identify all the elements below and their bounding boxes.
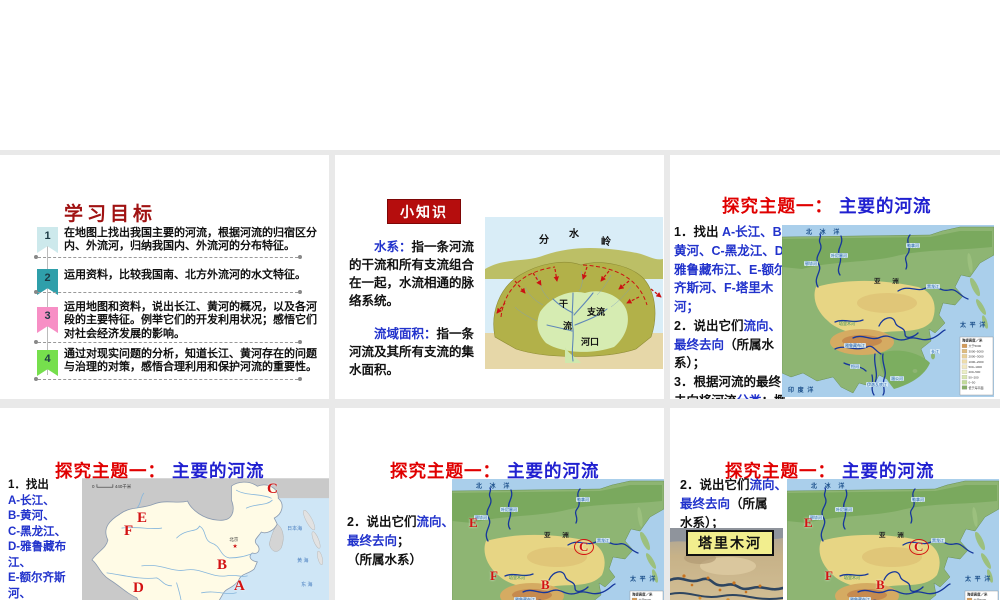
row-divider [0, 399, 1000, 408]
q3-highlight-classify: 分类 [737, 394, 762, 399]
label-trunk-1: 干 [559, 299, 568, 309]
objective-text: 通过对现实问题的分析，知道长江、黄河存在的问题与治理的对策，感悟合理利用和保护河… [64, 348, 317, 374]
label-tributary: 支流 [586, 306, 605, 317]
map-letter-b: B [876, 577, 885, 592]
beijing-star-icon: ★ [232, 543, 237, 550]
tarim-river-label: 塔里木河 [686, 530, 774, 556]
q-highlight-destination: 最终去向 [680, 496, 731, 511]
q-highlight-destination: 最终去向 [347, 533, 398, 548]
topographic-map: E C F B [786, 478, 1000, 600]
q2-text: 2．说出它们 [674, 318, 744, 333]
label-yellow-sea: 黄 海 [297, 557, 308, 564]
river-item-d: D-雅鲁藏布江、 [8, 541, 67, 569]
tarim-river-photo: 塔里木河 [670, 528, 785, 600]
slide-title: 学习目标 [64, 204, 157, 225]
title-red-part: 探究主题一： [390, 461, 501, 481]
objective-text: 运用地图和资料，说出长江、黄河的概况，以及各河段的主要特征。例举它们的开发利用状… [64, 301, 317, 340]
q-prefix: 2．说出它们 [680, 478, 750, 492]
question-text: 2．说出它们流向、 最终去向； （所属水系） [347, 513, 465, 569]
slide-tarim-river[interactable]: 探究主题一： 主要的河流 2．说出它们流向、 最终去向（所属 水系）； 塔里木河… [670, 408, 1000, 600]
definition-basin-area: 流域面积：指一条河流及其所有支流的集水面积。 [349, 325, 479, 379]
map-letter-e: E [804, 515, 813, 530]
slide-flow-direction[interactable]: 探究主题一： 主要的河流 2．说出它们流向、 最终去向； （所属水系） E C F… [335, 408, 664, 600]
objective-text: 运用资料，比较我国南、北方外流河的水文特征。 [64, 269, 306, 281]
china-map-svg: 0 440千米 北京 ★ 日本海 黄 海 东 海 [82, 478, 329, 600]
river-item-e: E-额尔齐斯河、 [8, 572, 66, 600]
list-lead: 1．找出 [8, 479, 49, 491]
title-blue-part: 主要的河流 [507, 461, 600, 481]
q1-label: 1．找出 [674, 225, 722, 239]
slide-blank-map[interactable]: 探究主题一： 主要的河流 1．找出 A-长江、 B-黄河、 C-黑龙江、 D-雅鲁… [0, 408, 329, 600]
label-ridge-2: 水 [568, 227, 580, 240]
definition-text: 指一条河流的干流和所有支流组合在一起，水流相通的脉络系统。 [349, 240, 475, 309]
slide-sorter-canvas: 北 冰 洋 太 平 洋 印 度 洋 亚 洲 鄂毕河 叶尼塞河 勒拿河 黑龙江 塔… [0, 0, 1000, 600]
map-letter-c: C [914, 539, 924, 554]
map-letter-d: D [133, 580, 144, 596]
topographic-map: E C F B [451, 478, 664, 600]
topographic-map [781, 224, 995, 398]
label-ridge-3: 岭 [601, 235, 611, 248]
dashed-separator [34, 255, 302, 259]
label-sea-of-japan: 日本海 [287, 525, 302, 532]
map-letter-a: A [234, 578, 245, 594]
term-basin-area: 流域面积： [374, 326, 437, 341]
q-highlight-flow: 流向、 [416, 515, 454, 529]
river-item-a: A-长江、 [8, 494, 55, 507]
slide-learning-objectives[interactable]: 学习目标 1 在地图上找出我国主要的河流，根据河流的归宿区分内、外流河，归纳我国… [0, 155, 329, 399]
watershed-diagram: 分 水 岭 干 流 支流 河口 [485, 217, 663, 369]
map-letter-e: E [137, 510, 148, 526]
dashed-separator [34, 377, 302, 381]
dashed-separator [34, 340, 302, 344]
slide-title: 探究主题一： 主要的河流 [722, 193, 932, 218]
map-letter-c: C [267, 481, 278, 497]
dashed-separator [34, 290, 302, 294]
slide-knowledge[interactable]: 小知识 水系：指一条河流的干流和所有支流组合在一起，水流相通的脉络系统。 流域面… [335, 155, 664, 399]
label-ridge-1: 分 [539, 233, 549, 246]
knowledge-badge: 小知识 [387, 199, 461, 224]
river-item-b: B-黄河、 [8, 510, 55, 523]
label-beijing: 北京 [229, 536, 238, 543]
label-trunk-2: 流 [563, 320, 572, 331]
q-suffix-1: （所属 [730, 496, 768, 511]
scale-distance: 440千米 [115, 483, 132, 490]
title-red-part: 探究主题一： [722, 196, 833, 216]
blank-china-map: 0 440千米 北京 ★ 日本海 黄 海 东 海 C E F B A D [82, 478, 329, 600]
definition-water-system: 水系：指一条河流的干流和所有支流组合在一起，水流相通的脉络系统。 [349, 238, 479, 311]
objective-text: 在地图上找出我国主要的河流，根据河流的归宿区分内、外流河，归纳我国内、外流河的分… [64, 227, 317, 253]
label-river-mouth: 河口 [581, 336, 599, 347]
q-semicolon: ； [397, 533, 410, 548]
slide-explore-rivers-1[interactable]: 探究主题一： 主要的河流 1．找出 A-长江、B-黄河、C-黑龙江、D-雅鲁藏布江… [670, 155, 1000, 399]
map-letter-e: E [469, 515, 478, 530]
label-east-china-sea: 东 海 [301, 581, 312, 588]
title-blue-part: 主要的河流 [839, 196, 932, 216]
topo-map-svg [786, 478, 1000, 600]
q-suffix: （所属水系） [347, 552, 423, 567]
river-item-c: C-黑龙江、 [8, 525, 67, 538]
map-letter-f: F [124, 523, 134, 539]
map-letter-c: C [579, 539, 589, 554]
map-letter-f: F [490, 568, 498, 583]
river-letter-list: 1．找出 A-长江、 B-黄河、 C-黑龙江、 D-雅鲁藏布江、 E-额尔齐斯河… [8, 478, 86, 600]
map-letter-f: F [825, 568, 833, 583]
map-letter-b: B [541, 577, 550, 592]
term-water-system: 水系： [374, 240, 412, 254]
q-prefix: 2．说出它们 [347, 515, 417, 529]
question-list: 1．找出 A-长江、B-黄河、C-黑龙江、D-雅鲁藏布江、E-额尔齐斯河、F-塔… [674, 223, 788, 399]
definitions-block: 水系：指一条河流的干流和所有支流组合在一起，水流相通的脉络系统。 流域面积：指一… [349, 238, 479, 393]
q-highlight-flow: 流向、 [749, 478, 787, 492]
title-blue-part: 主要的河流 [842, 461, 935, 481]
question-text: 2．说出它们流向、 最终去向（所属 水系）； [680, 476, 800, 532]
topo-map-svg [451, 478, 664, 600]
topo-map-svg [781, 224, 995, 398]
map-letter-b: B [217, 557, 228, 573]
